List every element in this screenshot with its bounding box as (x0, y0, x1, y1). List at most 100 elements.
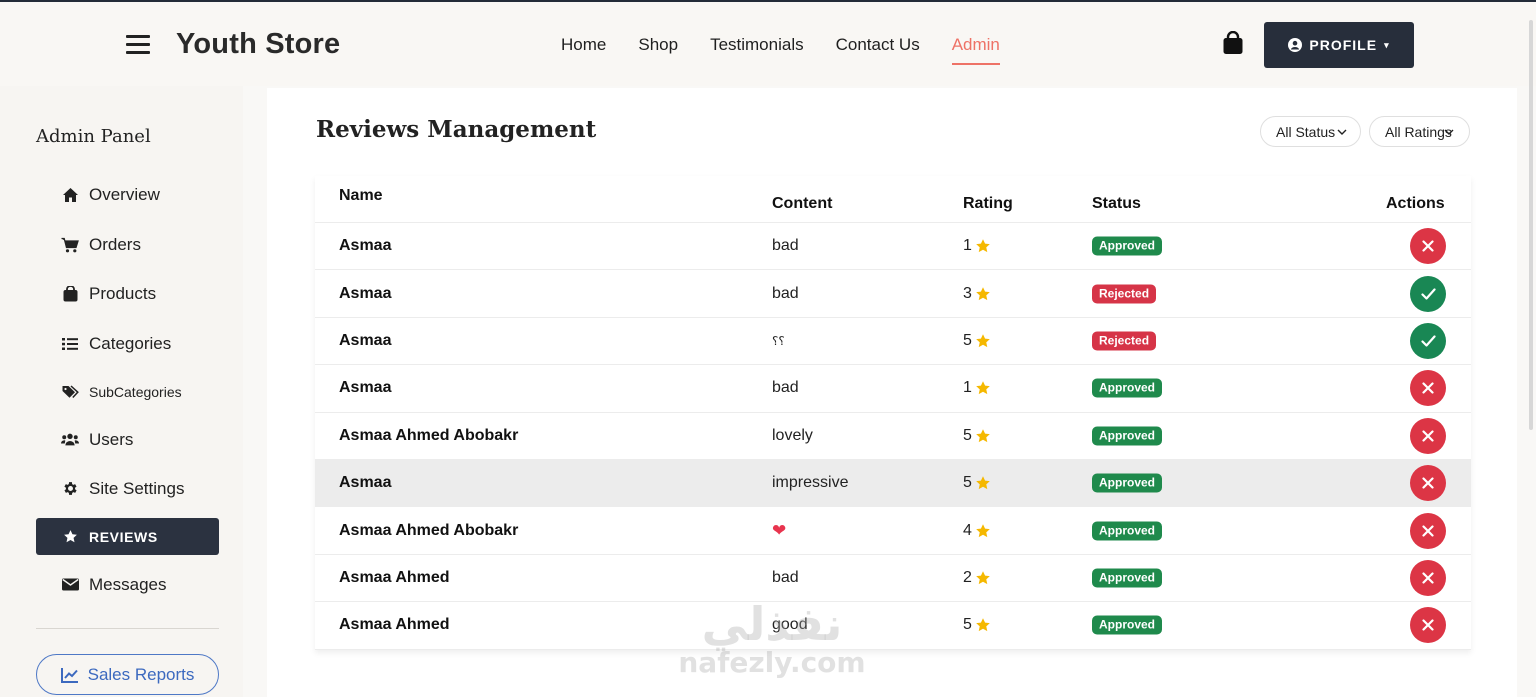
page-scrollbar[interactable] (1529, 20, 1533, 430)
rating-value: 5 (963, 474, 972, 492)
reviewer-name: Asmaa Ahmed Abobakr (339, 521, 519, 539)
hamburger-icon[interactable] (126, 35, 150, 54)
status-badge: Approved (1092, 615, 1163, 635)
sidebar-title: Admin Panel (36, 126, 151, 147)
column-header-name[interactable]: Name (339, 187, 383, 205)
star-icon (61, 528, 79, 546)
status-badge: Approved (1092, 426, 1163, 446)
rating-filter-select[interactable]: All Ratings (1369, 116, 1470, 147)
gear-icon (61, 480, 79, 498)
reject-review-button[interactable] (1410, 465, 1446, 502)
nav-link-contact-us[interactable]: Contact Us (836, 35, 920, 65)
sidebar-divider (36, 628, 219, 629)
check-icon (1420, 335, 1436, 347)
review-rating: 2 (963, 569, 991, 587)
sidebar-item-users[interactable]: Users (36, 421, 219, 458)
reject-review-button[interactable] (1410, 417, 1446, 454)
column-header-content[interactable]: Content (772, 195, 832, 213)
nav-link-home[interactable]: Home (561, 35, 606, 65)
status-cell: Approved (1092, 568, 1163, 588)
reject-review-button[interactable] (1410, 512, 1446, 549)
review-rating: 5 (963, 427, 991, 445)
star-icon (975, 380, 991, 396)
status-cell: Approved (1092, 615, 1163, 635)
status-cell: Approved (1092, 521, 1163, 541)
reviewer-name: Asmaa (339, 284, 392, 302)
sidebar-item-label: Site Settings (89, 478, 185, 498)
chevron-down-icon (1444, 129, 1454, 135)
review-content: lovely (772, 426, 813, 444)
sidebar-item-reviews[interactable]: REVIEWS (36, 518, 219, 555)
sidebar-item-label: Categories (89, 333, 172, 353)
star-icon (975, 286, 991, 302)
status-cell: Rejected (1092, 284, 1157, 304)
sidebar-item-messages[interactable]: Messages (36, 566, 219, 603)
sidebar-item-products[interactable]: Products (36, 275, 219, 312)
column-header-rating[interactable]: Rating (963, 195, 1013, 213)
reject-review-button[interactable] (1410, 559, 1446, 596)
status-badge: Approved (1092, 378, 1163, 398)
review-content: bad (772, 568, 799, 586)
sales-reports-button[interactable]: Sales Reports (36, 654, 219, 695)
cart-icon (61, 236, 79, 254)
approve-review-button[interactable] (1410, 275, 1446, 312)
main-panel: Reviews Management All Status All Rating… (267, 88, 1517, 697)
nav-link-shop[interactable]: Shop (638, 35, 678, 65)
table-row: Asmaa bad 1 Approved (315, 223, 1471, 271)
nav-link-testimonials[interactable]: Testimonials (710, 35, 804, 65)
reject-review-button[interactable] (1410, 228, 1446, 265)
shopping-bag-icon[interactable] (1222, 31, 1244, 55)
profile-button[interactable]: PROFILE ▾ (1264, 22, 1414, 68)
approve-review-button[interactable] (1410, 322, 1446, 359)
star-icon (975, 428, 991, 444)
sidebar-item-orders[interactable]: Orders (36, 226, 219, 263)
table-row: Asmaa Ahmed bad 2 Approved (315, 555, 1471, 603)
review-content: ؟؟ (772, 333, 785, 348)
envelope-icon (61, 576, 79, 594)
table-row: Asmaa impressive 5 Approved (315, 459, 1471, 508)
review-content: bad (772, 237, 799, 255)
rating-value: 3 (963, 284, 972, 302)
status-badge: Rejected (1092, 284, 1157, 304)
sales-reports-label: Sales Reports (87, 664, 195, 684)
tags-icon (61, 383, 79, 401)
review-content: bad (772, 284, 799, 302)
sidebar-item-overview[interactable]: Overview (36, 176, 219, 213)
rating-value: 2 (963, 568, 972, 586)
sidebar-item-label: Products (89, 283, 157, 303)
rating-value: 5 (963, 426, 972, 444)
review-rating: 1 (963, 237, 991, 255)
table-row: Asmaa ؟؟ 5 Rejected (315, 318, 1471, 366)
nav-link-admin[interactable]: Admin (951, 35, 1000, 65)
reject-review-button[interactable] (1410, 370, 1446, 407)
box-icon (61, 285, 79, 303)
reviewer-name: Asmaa Ahmed (339, 568, 450, 586)
sidebar-item-subcategories[interactable]: SubCategories (36, 373, 219, 410)
review-rating: 4 (963, 522, 991, 540)
brand-logo[interactable]: Youth Store (176, 28, 340, 61)
status-badge: Approved (1092, 521, 1163, 541)
admin-sidebar: Admin Panel Overview Orders Products Catego… (0, 86, 243, 697)
sidebar-item-label: REVIEWS (89, 528, 158, 545)
status-badge: Approved (1092, 568, 1163, 588)
check-icon (1420, 287, 1436, 300)
table-row: Asmaa bad 3 Rejected (315, 270, 1471, 318)
sidebar-item-site-settings[interactable]: Site Settings (36, 470, 219, 507)
table-row: Asmaa Ahmed Abobakr ❤ 4 Approved (315, 507, 1471, 555)
review-content: ❤ (772, 520, 787, 540)
sidebar-item-categories[interactable]: Categories (36, 325, 219, 362)
status-cell: Approved (1092, 236, 1163, 256)
reject-review-button[interactable] (1410, 607, 1446, 644)
table-row: Asmaa bad 1 Approved (315, 365, 1471, 413)
column-header-status[interactable]: Status (1092, 195, 1141, 213)
star-icon (975, 523, 991, 539)
sidebar-item-label: Messages (89, 574, 167, 594)
home-icon (61, 186, 79, 204)
close-icon (1422, 382, 1434, 394)
status-filter-select[interactable]: All Status (1260, 116, 1361, 147)
profile-label: PROFILE (1309, 37, 1378, 53)
review-rating: 5 (963, 474, 991, 492)
page-title: Reviews Management (316, 116, 597, 143)
rating-value: 4 (963, 521, 972, 539)
rating-value: 1 (963, 379, 972, 397)
